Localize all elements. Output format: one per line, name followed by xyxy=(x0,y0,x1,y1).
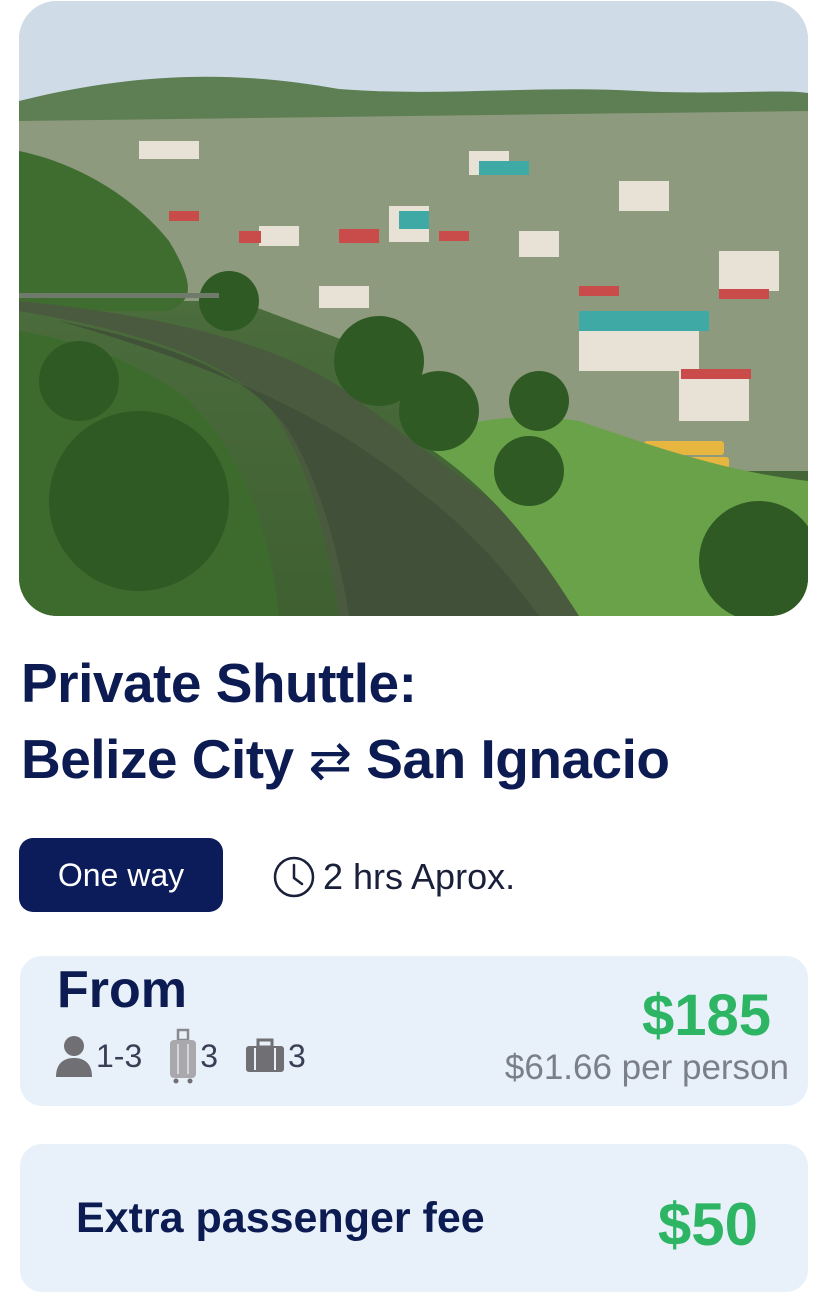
carry-on-capacity: 3 xyxy=(244,1038,306,1075)
suitcase-icon xyxy=(170,1028,197,1084)
origin-city: Belize City xyxy=(21,728,294,790)
extra-fee-label: Extra passenger fee xyxy=(76,1194,485,1242)
carry-on-capacity-value: 3 xyxy=(288,1037,306,1074)
swap-arrows-icon: ⇄ xyxy=(308,732,352,790)
trip-type-badge[interactable]: One way xyxy=(19,838,223,912)
duration-text: 2 hrs Aprox. xyxy=(323,856,516,897)
from-label: From xyxy=(57,961,187,1019)
total-price: $185 xyxy=(641,983,771,1048)
destination-city: San Ignacio xyxy=(366,728,670,790)
luggage-capacity: 3 xyxy=(168,1028,218,1084)
passenger-capacity-value: 1-3 xyxy=(96,1037,143,1074)
briefcase-icon xyxy=(246,1038,285,1072)
price-card: From 1-3 3 3 $185 $61.66 per person xyxy=(20,956,808,1106)
trip-type-label: One way xyxy=(57,856,185,893)
per-person-price: $61.66 per person xyxy=(504,1048,789,1087)
person-icon xyxy=(56,1036,92,1077)
page-title: Private Shuttle: Belize City ⇄ San Ignac… xyxy=(21,645,811,799)
passenger-capacity: 1-3 xyxy=(54,1035,142,1077)
extra-fee-price: $50 xyxy=(657,1191,758,1258)
hero-image xyxy=(19,1,808,616)
clock-icon xyxy=(273,856,315,898)
duration-info: 2 hrs Aprox. xyxy=(271,852,515,902)
town-river-illustration xyxy=(19,1,808,616)
extra-fee-card: Extra passenger fee $50 xyxy=(20,1144,808,1292)
capacity-row: 1-3 3 3 xyxy=(54,1028,332,1084)
luggage-capacity-value: 3 xyxy=(200,1037,219,1074)
title-line-1: Private Shuttle: xyxy=(21,652,417,714)
